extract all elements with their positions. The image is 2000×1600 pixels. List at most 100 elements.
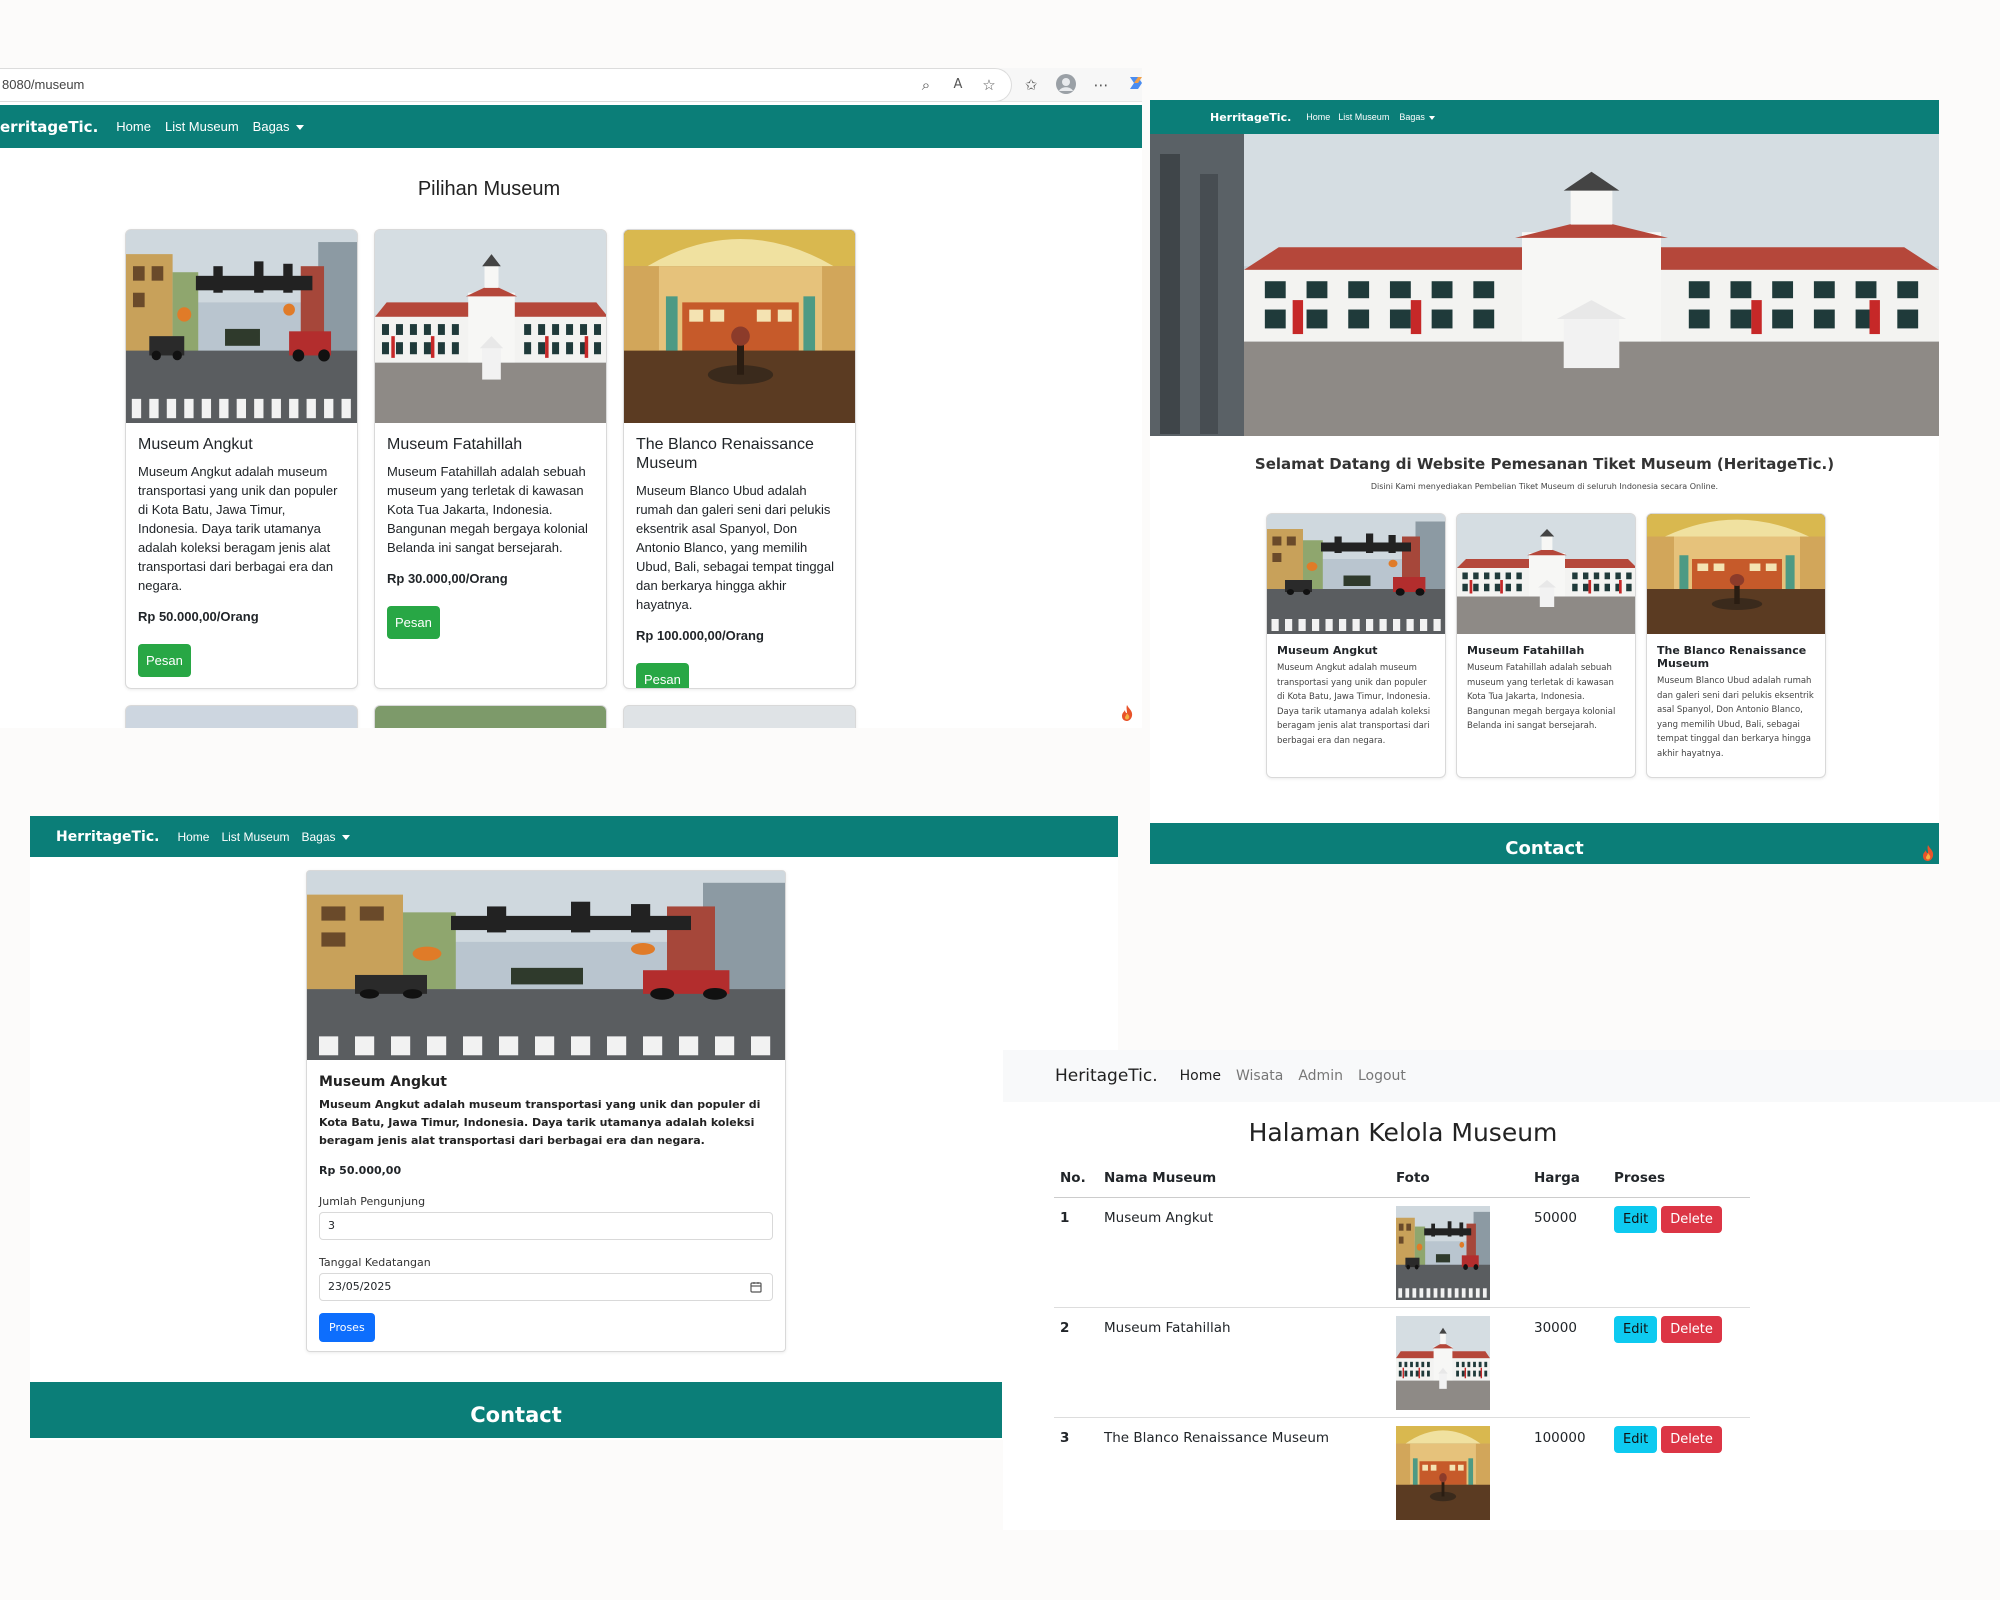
col-photo: Foto xyxy=(1396,1170,1430,1187)
museum-description: Museum Angkut adalah museum transportasi… xyxy=(1277,663,1431,746)
row-photo xyxy=(1396,1205,1490,1300)
nav-bagas-label: Bagas xyxy=(1399,112,1425,122)
museum-card: The Blanco Renaissance Museum Museum Bla… xyxy=(623,229,856,689)
favorite-star-icon[interactable]: ☆ xyxy=(978,74,1000,96)
footer-contact: Contact xyxy=(1505,838,1584,859)
row-price: 30000 xyxy=(1534,1319,1577,1336)
date-input[interactable]: 23/05/2025 xyxy=(319,1273,773,1301)
nav-admin[interactable]: Admin xyxy=(1298,1068,1343,1084)
museum-price: Rp 50.000,00/Orang xyxy=(138,609,259,624)
table-header: No. Nama Museum Foto Harga Proses xyxy=(1054,1160,1750,1197)
favorites-icon[interactable]: ✩ xyxy=(1020,74,1042,96)
nav-list-museum[interactable]: List Museum xyxy=(165,119,239,134)
order-button[interactable]: Pesan xyxy=(636,663,689,688)
brand-logo[interactable]: erritageTic. xyxy=(0,118,98,136)
museum-description: Museum Blanco Ubud adalah rumah dan gale… xyxy=(636,483,835,612)
row-name: Museum Fatahillah xyxy=(1104,1319,1231,1336)
col-name: Nama Museum xyxy=(1104,1170,1217,1187)
museum-card-partial xyxy=(125,705,358,728)
museum-photo xyxy=(375,230,606,423)
visitors-input[interactable]: 3 xyxy=(319,1212,773,1240)
row-name: Museum Angkut xyxy=(1104,1209,1214,1226)
edit-button[interactable]: Edit xyxy=(1614,1315,1658,1343)
admin-window: HeritageTic. Home Wisata Admin Logout Ha… xyxy=(1003,1050,2000,1530)
browser-toolbar: 8080/museum ⌕ A ☆ ✩ ⋯ xyxy=(0,68,1142,102)
edit-button[interactable]: Edit xyxy=(1614,1205,1658,1233)
chevron-down-icon xyxy=(295,125,304,131)
fire-icon xyxy=(1120,704,1134,722)
museum-card: Museum Angkut Museum Angkut adalah museu… xyxy=(1266,513,1446,778)
page-title: Pilihan Museum xyxy=(417,178,561,200)
row-price: 50000 xyxy=(1534,1209,1577,1226)
order-button[interactable]: Pesan xyxy=(138,644,191,677)
footer: Contact xyxy=(30,1382,1002,1438)
row-name: The Blanco Renaissance Museum xyxy=(1104,1429,1330,1446)
edit-button[interactable]: Edit xyxy=(1614,1425,1658,1453)
welcome-heading: Selamat Datang di Website Pemesanan Tike… xyxy=(1254,455,1835,473)
museum-photo xyxy=(307,871,785,1060)
nav-bagas-dropdown[interactable]: Bagas xyxy=(302,830,350,844)
museum-name: Museum Angkut xyxy=(319,1074,447,1090)
nav-list-museum[interactable]: List Museum xyxy=(1338,112,1389,122)
nav-home[interactable]: Home xyxy=(1306,112,1330,122)
table-row: 3 The Blanco Renaissance Museum 100000 E… xyxy=(1054,1417,1750,1527)
order-button[interactable]: Pesan xyxy=(387,606,440,639)
museum-price: Rp 30.000,00/Orang xyxy=(387,571,508,586)
submit-button[interactable]: Proses xyxy=(319,1313,375,1342)
read-aloud-icon[interactable]: A xyxy=(947,74,969,96)
footer-contact: Contact xyxy=(470,1403,562,1427)
brand-logo[interactable]: HerritageTic. xyxy=(1210,111,1291,124)
nav-wisata[interactable]: Wisata xyxy=(1236,1068,1283,1084)
museum-name: Museum Angkut xyxy=(138,436,253,453)
date-label: Tanggal Kedatangan xyxy=(319,1256,431,1269)
zoom-icon[interactable]: ⌕ xyxy=(915,74,937,96)
nav-home[interactable]: Home xyxy=(1180,1068,1221,1084)
footer: Contact xyxy=(1150,823,1939,864)
nav-home[interactable]: Home xyxy=(177,830,209,844)
brand-logo[interactable]: HeritageTic. xyxy=(1055,1066,1158,1086)
museum-photo xyxy=(1457,514,1635,634)
delete-button[interactable]: Delete xyxy=(1661,1205,1722,1233)
row-no: 2 xyxy=(1060,1319,1070,1336)
nav-bagas-dropdown[interactable]: Bagas xyxy=(1399,112,1435,122)
page-title: Halaman Kelola Museum xyxy=(1248,1118,1558,1147)
row-price: 100000 xyxy=(1534,1429,1586,1446)
museum-photo xyxy=(126,230,357,423)
museum-photo xyxy=(1267,514,1445,634)
date-input-value: 23/05/2025 xyxy=(328,1280,392,1293)
chevron-down-icon xyxy=(341,834,350,840)
copilot-icon[interactable] xyxy=(1125,74,1142,96)
museum-card: Museum Fatahillah Museum Fatahillah adal… xyxy=(1456,513,1636,778)
calendar-icon[interactable] xyxy=(750,1281,762,1293)
nav-home[interactable]: Home xyxy=(116,119,151,134)
delete-button[interactable]: Delete xyxy=(1661,1315,1722,1343)
table-row: 2 Museum Fatahillah 30000 Edit Delete xyxy=(1054,1307,1750,1417)
more-options-icon[interactable]: ⋯ xyxy=(1090,74,1112,96)
nav-logout[interactable]: Logout xyxy=(1358,1068,1406,1084)
col-no: No. xyxy=(1060,1170,1086,1187)
booking-card: Museum Angkut Museum Angkut adalah museu… xyxy=(306,870,786,1352)
hero-image xyxy=(1150,134,1939,436)
chevron-down-icon xyxy=(1428,115,1435,120)
visitors-label: Jumlah Pengunjung xyxy=(319,1195,426,1208)
visitors-input-value: 3 xyxy=(328,1219,335,1232)
museum-table: No. Nama Museum Foto Harga Proses 1 Muse… xyxy=(1054,1160,1750,1527)
brand-logo[interactable]: HerritageTic. xyxy=(56,829,159,845)
museum-card-partial xyxy=(623,705,856,728)
row-no: 1 xyxy=(1060,1209,1070,1226)
museum-name: Museum Angkut xyxy=(1277,644,1378,657)
museum-name: The Blanco Renaissance Museum xyxy=(1657,644,1807,670)
delete-button[interactable]: Delete xyxy=(1661,1425,1722,1453)
nav-list-museum[interactable]: List Museum xyxy=(221,830,289,844)
museum-card: The Blanco Renaissance Museum Museum Bla… xyxy=(1646,513,1826,778)
profile-avatar-icon[interactable] xyxy=(1055,74,1077,96)
address-bar[interactable]: 8080/museum xyxy=(0,68,1012,102)
museum-description: Museum Angkut adalah museum transportasi… xyxy=(138,464,338,593)
museum-price: Rp 50.000,00 xyxy=(319,1164,402,1177)
museum-card: Museum Angkut Museum Angkut adalah museu… xyxy=(125,229,358,689)
booking-window: HerritageTic. Home List Museum Bagas Mus… xyxy=(30,816,1118,1440)
nav-bagas-dropdown[interactable]: Bagas xyxy=(253,119,304,134)
navbar: HerritageTic. Home List Museum Bagas xyxy=(30,816,1118,857)
navbar: erritageTic. Home List Museum Bagas xyxy=(0,105,1142,148)
admin-navbar: HeritageTic. Home Wisata Admin Logout xyxy=(1003,1050,2000,1102)
